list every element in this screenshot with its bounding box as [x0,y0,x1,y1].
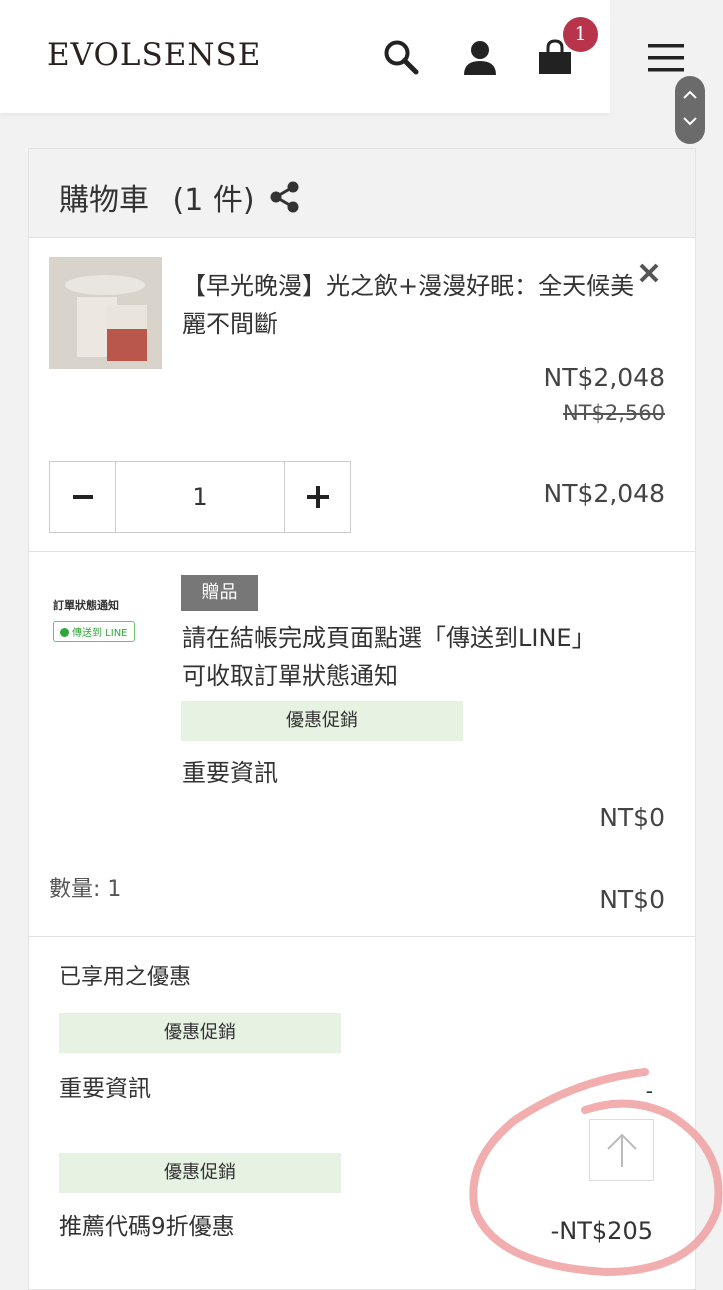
share-icon[interactable] [269,181,301,213]
gift-thumb-title: 訂單狀態通知 [53,599,119,612]
line-tag: 傳送到 LINE [53,621,135,642]
quantity-stepper: 1 [49,461,351,533]
brand-logo[interactable]: EVOLSENSE [47,37,261,73]
close-icon[interactable] [638,262,660,284]
promotion-tag: 優惠促銷 [59,1013,341,1053]
cart-header: 購物車 (1 件) [29,149,695,238]
line-total: NT$2,048 [543,479,665,508]
user-icon[interactable] [462,40,498,76]
minus-icon [72,495,93,499]
gift-badge: 贈品 [181,575,258,611]
chevron-up-icon[interactable] [683,90,697,100]
page-scroll-control[interactable] [675,76,705,144]
cart-title-label: 購物車 [59,183,149,218]
menu-icon[interactable] [648,44,684,72]
applied-promotions-title: 已享用之優惠 [59,965,192,990]
product-price: NT$2,048 [543,363,665,392]
important-info-link[interactable]: 重要資訊 [182,753,278,788]
gift-description: 請在結帳完成頁面點選「傳送到LINE」可收取訂單狀態通知 [182,624,596,690]
gift-price: NT$0 [599,803,665,832]
promotion-tag: 優惠促銷 [181,701,463,741]
increase-quantity-button[interactable] [284,462,350,532]
gift-thumbnail: 訂單狀態通知 傳送到 LINE [53,597,153,657]
promotion-label: 推薦代碼9折優惠 [59,1214,235,1240]
line-icon [60,628,69,637]
highlight-circle-annotation [469,1068,723,1277]
site-header: EVOLSENSE [0,0,610,113]
gift-total: NT$0 [599,885,665,914]
chevron-down-icon[interactable] [683,116,697,126]
promotion-label[interactable]: 重要資訊 [59,1069,151,1103]
product-original-price: NT$2,560 [562,401,665,425]
cart-item-count: (1 件) [172,183,255,218]
cart-count-badge: 1 [563,17,598,52]
quantity-input[interactable]: 1 [116,462,284,532]
plus-icon [306,486,329,508]
cart-title: 購物車 (1 件) [59,175,299,219]
decrease-quantity-button[interactable] [50,462,116,532]
line-tag-label: 傳送到 LINE [72,628,128,639]
product-thumbnail[interactable] [49,257,162,369]
promotion-tag: 優惠促銷 [59,1153,341,1193]
item-divider [29,551,695,552]
product-name[interactable]: 【早光晚漫】光之飲+漫漫好眠：全天候美麗不間斷 [182,267,642,343]
gift-quantity: 數量: 1 [49,877,122,902]
search-icon[interactable] [383,39,419,75]
gift-divider [29,936,695,937]
